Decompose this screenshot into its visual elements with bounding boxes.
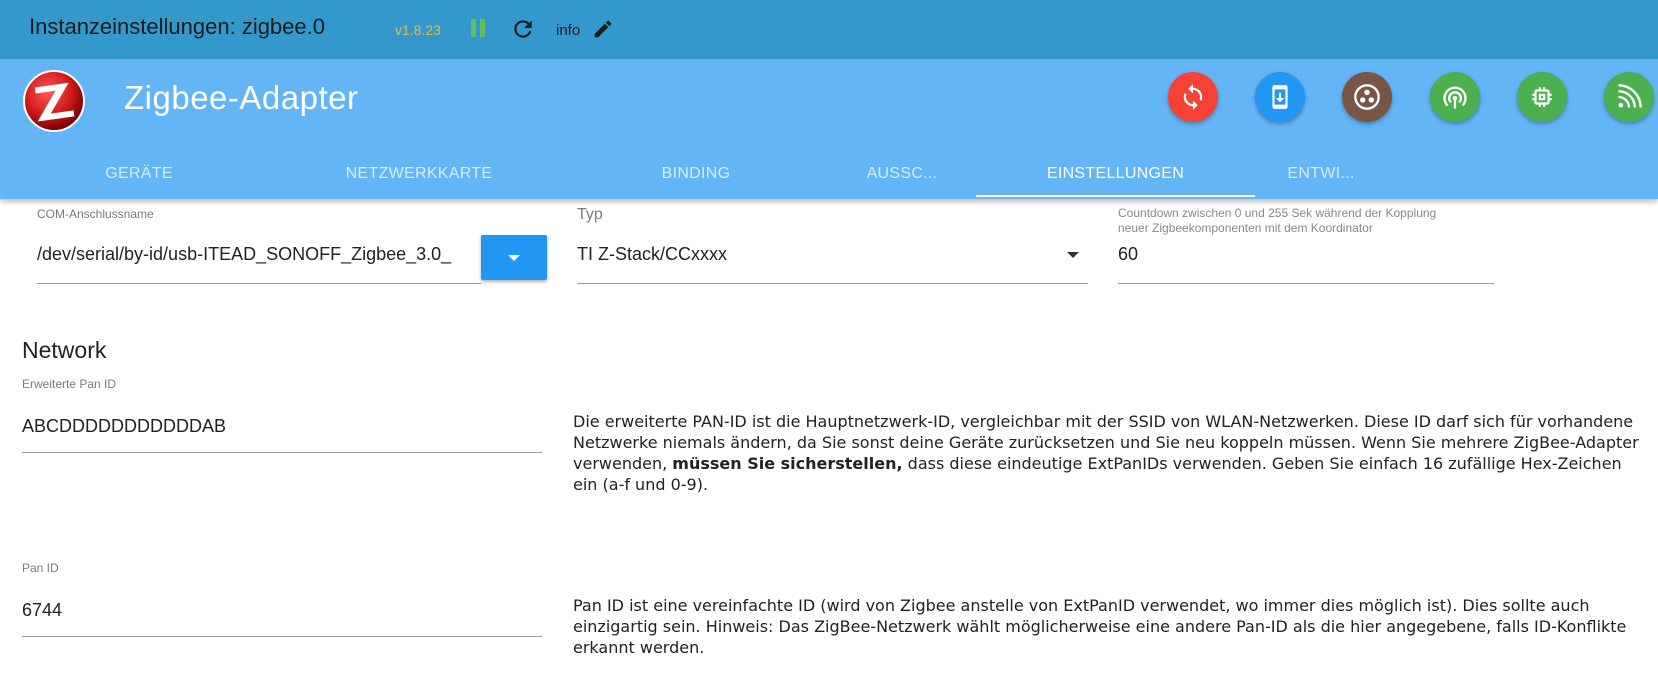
dots-circle-icon: [1354, 84, 1380, 110]
info-label: info: [556, 22, 581, 39]
pause-icon[interactable]: [470, 19, 486, 39]
network-section-title: Network: [22, 337, 107, 363]
sync-button[interactable]: [1168, 72, 1218, 122]
tab-bar: GERÄTE NETZWERKKARTE BINDING AUSSC... EI…: [0, 157, 1658, 199]
tab-network-map[interactable]: NETZWERKKARTE: [325, 157, 513, 197]
signal-icon: [1618, 84, 1642, 108]
pan-id-description: Pan ID ist eine vereinfachte ID (wird vo…: [573, 596, 1627, 657]
chevron-down-icon: [1067, 252, 1079, 258]
pairing-button[interactable]: [1430, 72, 1480, 122]
wifi-signal-icon: [1443, 86, 1467, 109]
adapter-header: Zigbee-Adapter GERÄTE NETZWERKKARTE BIND…: [0, 59, 1658, 199]
ext-pan-id-label: Erweiterte Pan ID: [22, 377, 117, 391]
tab-devices[interactable]: GERÄTE: [68, 157, 210, 197]
mobile-download-icon: [1272, 85, 1288, 109]
coordinator-button[interactable]: [1517, 72, 1567, 122]
sync-icon: [1183, 84, 1203, 110]
reload-icon[interactable]: [510, 16, 536, 42]
pan-id-label: Pan ID: [22, 561, 59, 575]
ext-pan-id-input[interactable]: ABCDDDDDDDDDDDAB: [22, 400, 542, 453]
countdown-input[interactable]: 60: [1118, 228, 1494, 284]
com-port-field[interactable]: /dev/serial/by-id/usb-ITEAD_SONOFF_Zigbe…: [37, 228, 481, 284]
instance-title: Instanzeinstellungen: zigbee.0: [29, 14, 325, 39]
ext-pan-id-value: ABCDDDDDDDDDDDAB: [22, 416, 227, 436]
pan-id-value: 6744: [22, 600, 63, 620]
touchlink-button[interactable]: [1604, 72, 1654, 122]
ext-pan-id-description: Die erweiterte PAN-ID ist die Hauptnetzw…: [573, 411, 1648, 495]
tab-settings[interactable]: EINSTELLUNGEN: [976, 157, 1255, 197]
type-select[interactable]: TI Z-Stack/CCxxxx: [577, 228, 1088, 284]
com-port-value: /dev/serial/by-id/usb-ITEAD_SONOFF_Zigbe…: [37, 244, 452, 264]
type-label: Typ: [577, 206, 603, 223]
com-port-label: COM-Anschlussname: [37, 207, 154, 221]
type-value: TI Z-Stack/CCxxxx: [577, 244, 728, 264]
groups-button[interactable]: [1342, 72, 1392, 122]
instance-header: Instanzeinstellungen: zigbee.0 v1.8.23 i…: [0, 0, 1658, 59]
adapter-title: Zigbee-Adapter: [124, 79, 359, 116]
chip-icon: [1532, 87, 1552, 107]
chevron-down-icon: [508, 255, 520, 261]
version-label: v1.8.23: [395, 22, 441, 38]
com-port-dropdown-button[interactable]: [481, 235, 547, 280]
download-button[interactable]: [1255, 72, 1305, 122]
tab-binding[interactable]: BINDING: [620, 157, 772, 197]
tab-developer[interactable]: ENTWI...: [1262, 157, 1380, 197]
pan-id-input[interactable]: 6744: [22, 584, 542, 637]
tab-exclusions[interactable]: AUSSC...: [840, 157, 964, 197]
edit-icon[interactable]: [592, 18, 614, 40]
countdown-value: 60: [1118, 244, 1139, 264]
ext-pan-id-desc-bold: müssen Sie sicherstellen,: [672, 454, 903, 473]
zigbee-logo: [22, 69, 86, 133]
